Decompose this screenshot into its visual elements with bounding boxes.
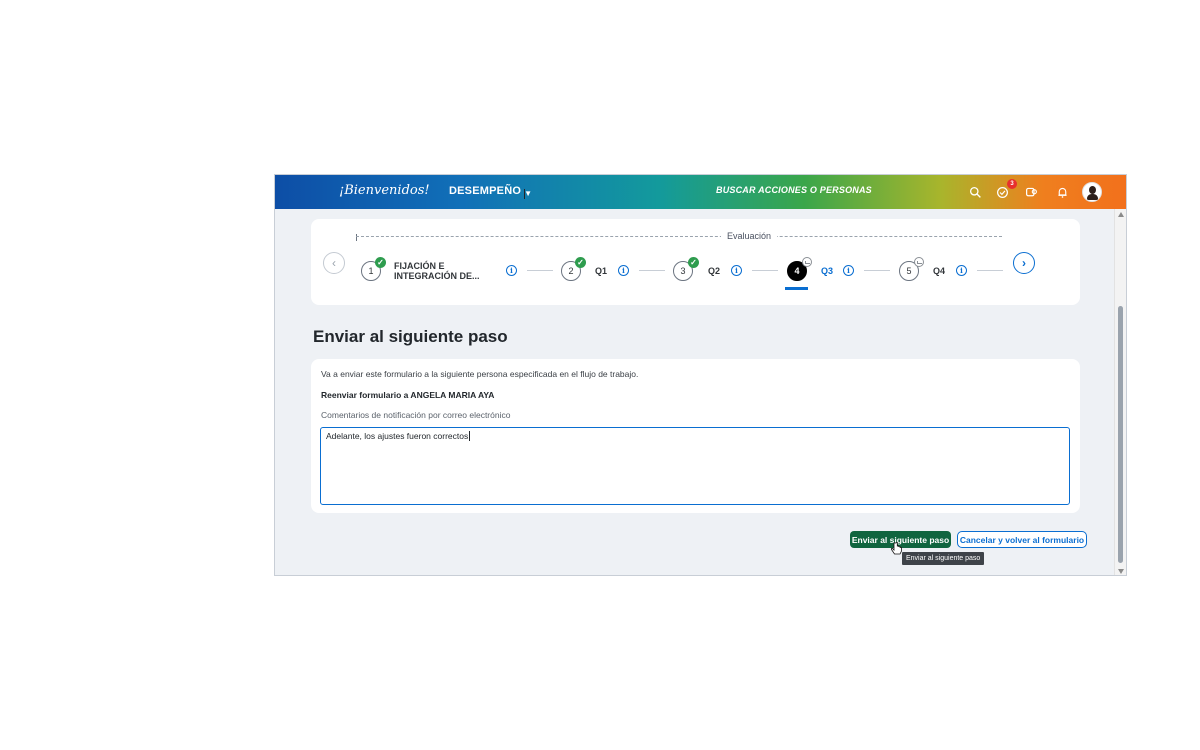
step-2-label[interactable]: Q1 bbox=[595, 266, 607, 276]
scroll-down-arrow[interactable] bbox=[1118, 569, 1124, 574]
stage-bracket bbox=[356, 236, 1002, 237]
global-search[interactable]: BUSCAR ACCIONES O PERSONAS bbox=[716, 185, 872, 195]
vertical-scrollbar[interactable] bbox=[1114, 209, 1126, 575]
stepper-next-button[interactable]: › bbox=[1013, 252, 1035, 274]
info-icon[interactable]: i bbox=[618, 265, 629, 276]
cancel-and-return-button[interactable]: Cancelar y volver al formulario bbox=[957, 531, 1087, 548]
search-icon[interactable] bbox=[966, 183, 984, 201]
bell-icon[interactable] bbox=[1053, 183, 1071, 201]
step-1-label-line1: FIJACIÓN E bbox=[394, 261, 445, 271]
info-icon[interactable]: i bbox=[956, 265, 967, 276]
module-menu[interactable]: DESEMPEÑO ▼ bbox=[449, 185, 533, 199]
info-icon[interactable]: i bbox=[843, 265, 854, 276]
comments-textarea[interactable]: Adelante, los ajustes fueron correctos bbox=[320, 427, 1070, 505]
route-map-stepper: Evaluación ‹ 1 ✓ FIJACIÓN E INTEGRACIÓN … bbox=[311, 219, 1080, 305]
check-icon: ✓ bbox=[575, 257, 586, 268]
comments-label: Comentarios de notificación por correo e… bbox=[321, 410, 511, 420]
text-caret bbox=[469, 431, 471, 441]
step-connector bbox=[639, 270, 665, 271]
info-icon[interactable]: i bbox=[506, 265, 517, 276]
apps-icon[interactable] bbox=[1022, 183, 1040, 201]
stepper-prev-button[interactable]: ‹ bbox=[323, 252, 345, 274]
step-3-label[interactable]: Q2 bbox=[708, 266, 720, 276]
step-connector bbox=[977, 270, 1003, 271]
info-icon[interactable]: i bbox=[731, 265, 742, 276]
module-label: DESEMPEÑO bbox=[449, 185, 522, 197]
step-4-label[interactable]: Q3 bbox=[821, 266, 833, 276]
header-bar: ¡Bienvenidos! DESEMPEÑO ▼ BUSCAR ACCIONES… bbox=[275, 175, 1126, 209]
step-connector bbox=[752, 270, 778, 271]
approvals-badge: 3 bbox=[1007, 179, 1017, 189]
main-content: Evaluación ‹ 1 ✓ FIJACIÓN E INTEGRACIÓN … bbox=[275, 209, 1116, 575]
avatar[interactable] bbox=[1082, 182, 1102, 202]
step-1-label[interactable]: FIJACIÓN E INTEGRACIÓN DE... bbox=[394, 261, 480, 281]
in-progress-icon bbox=[802, 257, 812, 267]
page-title: Enviar al siguiente paso bbox=[313, 327, 508, 346]
stage-label: Evaluación bbox=[721, 231, 778, 241]
step-connector bbox=[864, 270, 890, 271]
scroll-up-arrow[interactable] bbox=[1118, 212, 1124, 217]
step-1-label-line2: INTEGRACIÓN DE... bbox=[394, 271, 480, 281]
scroll-thumb[interactable] bbox=[1118, 306, 1123, 563]
active-step-indicator bbox=[785, 287, 808, 290]
step-5-label[interactable]: Q4 bbox=[933, 266, 945, 276]
logo[interactable]: ¡Bienvenidos! bbox=[339, 183, 430, 198]
forward-recipient: Reenviar formulario a ANGELA MARIA AYA bbox=[321, 390, 495, 400]
chevron-down-icon: ▼ bbox=[524, 189, 533, 199]
step-connector bbox=[527, 270, 553, 271]
send-form-card: Va a enviar este formulario a la siguien… bbox=[311, 359, 1080, 513]
check-icon: ✓ bbox=[375, 257, 386, 268]
comments-value: Adelante, los ajustes fueron correctos bbox=[326, 431, 469, 441]
tooltip: Enviar al siguiente paso bbox=[902, 552, 985, 565]
app-window: ¡Bienvenidos! DESEMPEÑO ▼ BUSCAR ACCIONES… bbox=[274, 174, 1127, 576]
pending-icon bbox=[914, 257, 924, 267]
check-icon: ✓ bbox=[688, 257, 699, 268]
intro-text: Va a enviar este formulario a la siguien… bbox=[321, 369, 639, 379]
